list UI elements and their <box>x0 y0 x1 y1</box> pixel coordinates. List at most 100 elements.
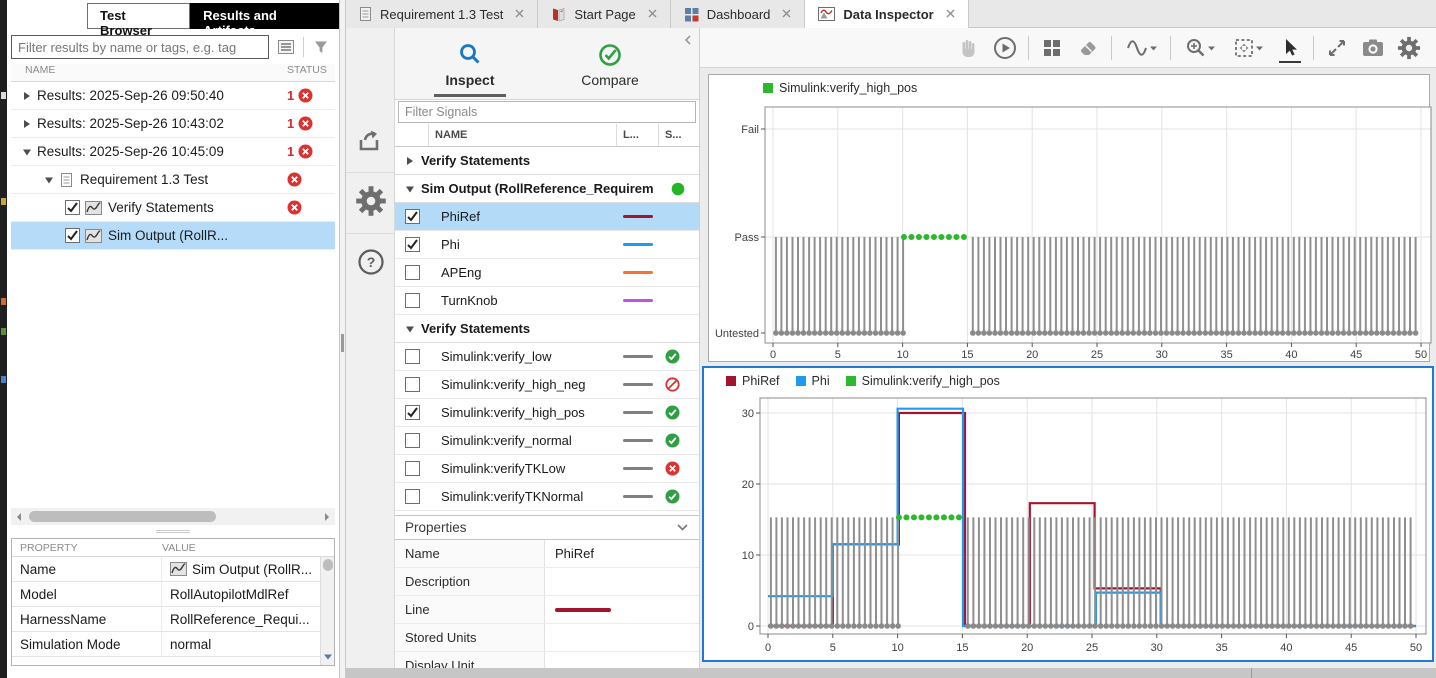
signal-row-turnknob[interactable]: TurnKnob <box>395 287 699 315</box>
signals-plot[interactable]: 0 10 20 30 0 5 10 15 20 25 30 35 40 45 50 <box>704 394 1428 660</box>
eraser-button[interactable] <box>1075 35 1101 61</box>
scrollbar-thumb[interactable] <box>29 511 216 522</box>
list-view-icon[interactable] <box>275 36 297 58</box>
tree-row[interactable]: Requirement 1.3 Test <box>11 166 335 194</box>
scrollbar-track[interactable] <box>27 510 319 523</box>
signal-checkbox[interactable] <box>404 237 420 252</box>
layout-grid-button[interactable] <box>1039 35 1065 61</box>
property-row[interactable]: HarnessName RollReference_Requi... <box>12 607 334 632</box>
close-icon[interactable] <box>514 7 525 22</box>
signal-group-row[interactable]: Verify Statements <box>395 147 699 175</box>
signal-filter-input[interactable] <box>398 101 696 123</box>
close-icon[interactable] <box>781 7 792 22</box>
close-icon[interactable] <box>647 7 658 22</box>
signal-row-phi[interactable]: Phi <box>395 231 699 259</box>
export-button[interactable] <box>353 123 389 159</box>
signal-checkbox[interactable] <box>404 489 420 504</box>
column-header-status: STATUS <box>287 64 327 76</box>
signal-property-row[interactable]: Name PhiRef <box>395 540 699 568</box>
panel-splitter-handle[interactable] <box>156 530 190 533</box>
help-button[interactable]: ? <box>353 244 389 280</box>
signal-property-row[interactable]: Line <box>395 596 699 624</box>
signal-property-row[interactable]: Display Unit <box>395 652 699 668</box>
cursor-button[interactable] <box>1277 35 1303 63</box>
zoom-in-button[interactable] <box>1181 35 1219 61</box>
signal-checkbox[interactable] <box>404 405 420 420</box>
tree-row[interactable]: Sim Output (RollR... <box>11 222 335 250</box>
signal-group-row[interactable]: Verify Statements <box>395 315 699 343</box>
column-header-property: PROPERTY <box>20 541 78 554</box>
signal-checkbox[interactable] <box>404 293 420 308</box>
signal-checkbox[interactable] <box>404 377 420 392</box>
signal-checkbox[interactable] <box>404 209 420 224</box>
signals-chart-selected[interactable]: PhiRef Phi Simulink:verify_high_pos 0 10 20 3… <box>702 366 1434 662</box>
row-checkbox[interactable] <box>65 200 80 215</box>
tab-results-and-artifacts[interactable]: Results and Artifacts <box>190 3 339 38</box>
signal-row-simulink-verify-normal[interactable]: Simulink:verify_normal <box>395 427 699 455</box>
signal-property-row[interactable]: Description <box>395 568 699 596</box>
scroll-left-icon[interactable] <box>11 508 27 525</box>
doc-tab-dashboard[interactable]: Dashboard <box>670 0 806 28</box>
signal-row-simulink-verify-low[interactable]: Simulink:verify_low <box>395 343 699 371</box>
scroll-right-icon[interactable] <box>319 508 335 525</box>
camera-button[interactable] <box>1360 35 1386 61</box>
results-filter-input[interactable] <box>11 35 269 59</box>
expand-button[interactable] <box>1324 35 1350 61</box>
signal-row-simulink-verifytknormal[interactable]: Simulink:verifyTKNormal <box>395 483 699 511</box>
scroll-down-icon[interactable] <box>323 649 333 664</box>
property-row[interactable]: Simulation Mode normal <box>12 632 334 657</box>
filter-funnel-icon[interactable] <box>310 36 332 58</box>
signal-property-row[interactable]: Stored Units <box>395 624 699 652</box>
chevron-expanded-icon[interactable] <box>403 183 417 195</box>
signal-checkbox[interactable] <box>404 265 420 280</box>
horizontal-scrollbar[interactable] <box>11 508 335 525</box>
verify-status-plot[interactable]: Fail Pass Untested 0 5 10 15 20 25 30 35 40 45 50 <box>709 101 1433 363</box>
tab-inspect[interactable]: Inspect <box>415 34 525 97</box>
settings-button[interactable] <box>353 183 389 219</box>
property-row[interactable]: Name Sim Output (RollR... <box>12 557 334 582</box>
verify-status-chart[interactable]: Simulink:verify_high_pos Fail Pass Unteste… <box>708 74 1433 363</box>
tree-row[interactable]: Results: 2025-Sep-26 10:45:09 1 <box>11 138 335 166</box>
chevron-collapsed-icon[interactable] <box>21 118 33 130</box>
gear-button[interactable] <box>1396 35 1422 61</box>
line-style-swatch <box>623 270 653 275</box>
properties-section-header[interactable]: Properties <box>395 515 699 540</box>
signal-row-apeng[interactable]: APEng <box>395 259 699 287</box>
signal-checkbox[interactable] <box>404 461 420 476</box>
chevron-collapsed-icon[interactable] <box>403 155 417 167</box>
collapse-panel-icon[interactable] <box>683 34 693 49</box>
signal-row-simulink-verify-high-neg[interactable]: Simulink:verify_high_neg <box>395 371 699 399</box>
fit-view-button[interactable] <box>1229 35 1267 61</box>
signal-row-phiref[interactable]: PhiRef <box>395 203 699 231</box>
tab-compare[interactable]: Compare <box>555 34 665 94</box>
tree-row[interactable]: Results: 2025-Sep-26 10:43:02 1 <box>11 110 335 138</box>
chevron-expanded-icon[interactable] <box>403 323 417 335</box>
signal-group-row[interactable]: Sim Output (RollReference_Requirem <box>395 175 699 203</box>
scrollbar-thumb[interactable] <box>323 559 333 571</box>
column-header-name: NAME <box>429 124 617 146</box>
chevron-expanded-icon[interactable] <box>43 174 55 186</box>
doc-tab-requirement-1-3-test[interactable]: Requirement 1.3 Test <box>346 0 539 28</box>
property-row[interactable]: Model RollAutopilotMdlRef <box>12 582 334 607</box>
signal-row-simulink-verifytklow[interactable]: Simulink:verifyTKLow <box>395 455 699 483</box>
play-button[interactable] <box>992 35 1018 61</box>
row-checkbox[interactable] <box>65 228 80 243</box>
signal-row-simulink-verify-high-pos[interactable]: Simulink:verify_high_pos <box>395 399 699 427</box>
tab-test-browser[interactable]: Test Browser <box>87 3 191 38</box>
tree-row[interactable]: Verify Statements <box>11 194 335 222</box>
signal-checkbox[interactable] <box>404 433 420 448</box>
vertical-scrollbar[interactable] <box>320 557 334 665</box>
signal-wave-button[interactable] <box>1122 35 1160 61</box>
line-color-swatch <box>555 607 611 612</box>
doc-tab-data-inspector[interactable]: Data Inspector <box>805 0 969 28</box>
signal-checkbox[interactable] <box>404 349 420 364</box>
doc-tab-start-page[interactable]: Start Page <box>538 0 671 28</box>
svg-text:15: 15 <box>956 642 968 654</box>
tree-row[interactable]: Results: 2025-Sep-26 09:50:40 1 <box>11 82 335 110</box>
chevron-expanded-icon[interactable] <box>21 146 33 158</box>
column-header-value: VALUE <box>162 541 196 554</box>
close-icon[interactable] <box>945 7 956 22</box>
chevron-collapsed-icon[interactable] <box>21 90 33 102</box>
resize-grip[interactable] <box>341 334 344 352</box>
tab-compare-label: Compare <box>581 72 639 88</box>
